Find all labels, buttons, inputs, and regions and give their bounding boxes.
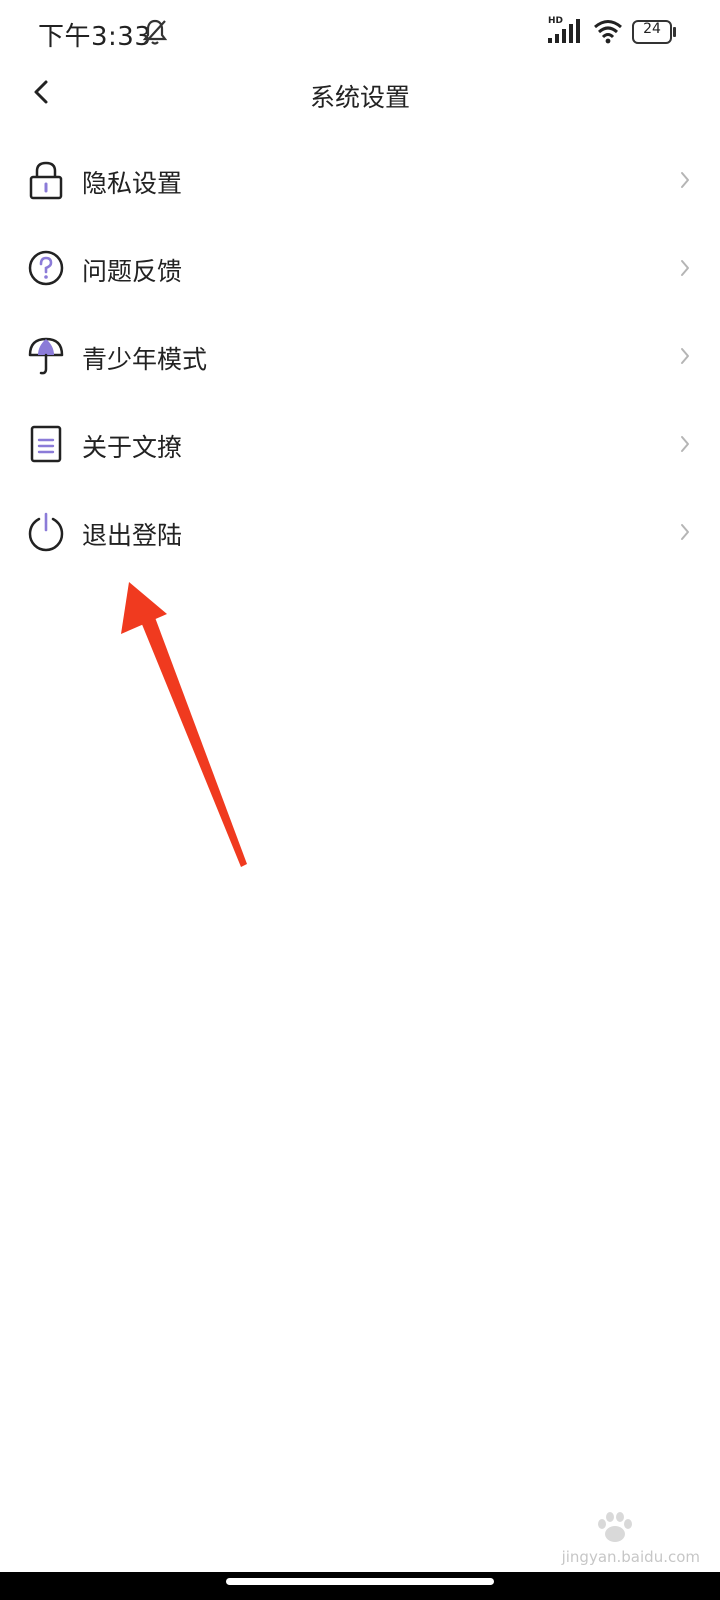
annotation-arrow-icon xyxy=(121,582,247,867)
battery-level: 24 xyxy=(643,21,661,37)
lock-icon xyxy=(29,161,63,200)
settings-item-logout[interactable]: 退出登陆 xyxy=(0,490,720,578)
gesture-bar xyxy=(0,1572,720,1600)
settings-item-label: 青少年模式 xyxy=(82,345,208,374)
status-time: 下午3:33 xyxy=(38,22,152,52)
document-icon xyxy=(30,425,62,463)
home-indicator[interactable] xyxy=(226,1578,494,1585)
chevron-right-icon xyxy=(681,348,689,364)
settings-item-label: 退出登陆 xyxy=(82,521,183,550)
bell-muted-icon xyxy=(142,19,168,45)
settings-item-feedback[interactable]: 问题反馈 xyxy=(0,226,720,314)
settings-item-privacy[interactable]: 隐私设置 xyxy=(0,138,720,226)
question-circle-icon xyxy=(28,250,64,286)
chevron-right-icon xyxy=(681,260,689,276)
baidu-paw-icon xyxy=(598,1512,632,1542)
page-title: 系统设置 xyxy=(309,83,410,112)
umbrella-icon xyxy=(28,337,64,375)
nav-bar: 系统设置 xyxy=(0,64,720,124)
settings-list: 隐私设置 问题反馈 青少年模式 关于文撩 退出登陆 xyxy=(0,138,720,578)
chevron-right-icon xyxy=(681,524,689,540)
settings-item-teen-mode[interactable]: 青少年模式 xyxy=(0,314,720,402)
power-icon xyxy=(28,512,64,552)
watermark-text: jingyan.baidu.com xyxy=(561,1548,700,1566)
settings-item-label: 关于文撩 xyxy=(82,433,183,462)
status-bar: 下午3:33 HD 24 xyxy=(0,0,720,64)
signal-icon: HD xyxy=(548,16,584,46)
chevron-right-icon xyxy=(681,172,689,188)
chevron-right-icon xyxy=(681,436,689,452)
battery-icon: 24 xyxy=(632,20,676,44)
baidu-watermark: jingyan.baidu.com xyxy=(550,1508,700,1572)
settings-item-label: 问题反馈 xyxy=(82,257,183,286)
settings-item-about[interactable]: 关于文撩 xyxy=(0,402,720,490)
wifi-icon xyxy=(594,20,622,44)
settings-item-label: 隐私设置 xyxy=(82,169,183,198)
